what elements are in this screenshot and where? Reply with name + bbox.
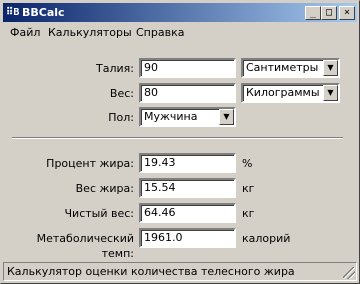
app-icon[interactable]: ⠿B bbox=[6, 5, 22, 21]
gender-value: Мужчина bbox=[144, 110, 198, 123]
fat-weight-output[interactable]: 15.54 bbox=[139, 178, 236, 198]
menu-calculators[interactable]: Калькуляторы bbox=[48, 26, 132, 39]
menu-help[interactable]: Справка bbox=[136, 26, 184, 39]
weight-unit-select[interactable]: Килограммы ▼ bbox=[241, 83, 340, 103]
app-window: ⠿B BBCalc _ □ × Файл Калькуляторы Справк… bbox=[0, 0, 360, 284]
title-bar[interactable]: ⠿B BBCalc _ □ × bbox=[3, 3, 357, 22]
menu-bar: Файл Калькуляторы Справка bbox=[3, 23, 357, 42]
lean-weight-label: Чистый вес: bbox=[64, 207, 134, 220]
gender-select[interactable]: Мужчина ▼ bbox=[139, 107, 236, 127]
lean-weight-output[interactable]: 64.46 bbox=[139, 203, 236, 223]
menu-file[interactable]: Файл bbox=[10, 26, 40, 39]
dropdown-arrow-icon[interactable]: ▼ bbox=[219, 109, 234, 125]
metabolic-output[interactable]: 1961.0 bbox=[139, 228, 236, 248]
resize-grip-icon[interactable] bbox=[343, 267, 355, 279]
metabolic-unit: калорий bbox=[242, 232, 291, 245]
waist-label: Талия: bbox=[96, 62, 134, 75]
minimize-button[interactable]: _ bbox=[305, 6, 321, 20]
dropdown-arrow-icon[interactable]: ▼ bbox=[323, 85, 338, 101]
waist-input[interactable]: 90 bbox=[139, 58, 236, 78]
lean-weight-unit: кг bbox=[242, 207, 255, 220]
window-title: BBCalc bbox=[22, 6, 65, 19]
dropdown-arrow-icon[interactable]: ▼ bbox=[323, 60, 338, 76]
maximize-button[interactable]: □ bbox=[321, 6, 337, 20]
metabolic-label: Метаболический темп: bbox=[36, 232, 134, 260]
status-bar: Калькулятор оценки количества телесного … bbox=[3, 262, 357, 281]
fat-weight-unit: кг bbox=[242, 182, 255, 195]
fat-weight-label: Вес жира: bbox=[75, 182, 134, 195]
weight-label: Вес: bbox=[109, 87, 134, 100]
waist-unit-value: Сантиметры bbox=[246, 61, 319, 74]
fat-percent-unit: % bbox=[242, 157, 253, 170]
fat-percent-output[interactable]: 19.43 bbox=[139, 153, 236, 173]
close-button[interactable]: × bbox=[339, 6, 355, 20]
fat-percent-label: Процент жира: bbox=[46, 157, 134, 170]
separator bbox=[12, 137, 343, 139]
weight-unit-value: Килограммы bbox=[246, 86, 320, 99]
gender-label: Пол: bbox=[108, 111, 134, 124]
waist-unit-select[interactable]: Сантиметры ▼ bbox=[241, 58, 340, 78]
status-text: Калькулятор оценки количества телесного … bbox=[7, 265, 295, 278]
weight-input[interactable]: 80 bbox=[139, 83, 236, 103]
